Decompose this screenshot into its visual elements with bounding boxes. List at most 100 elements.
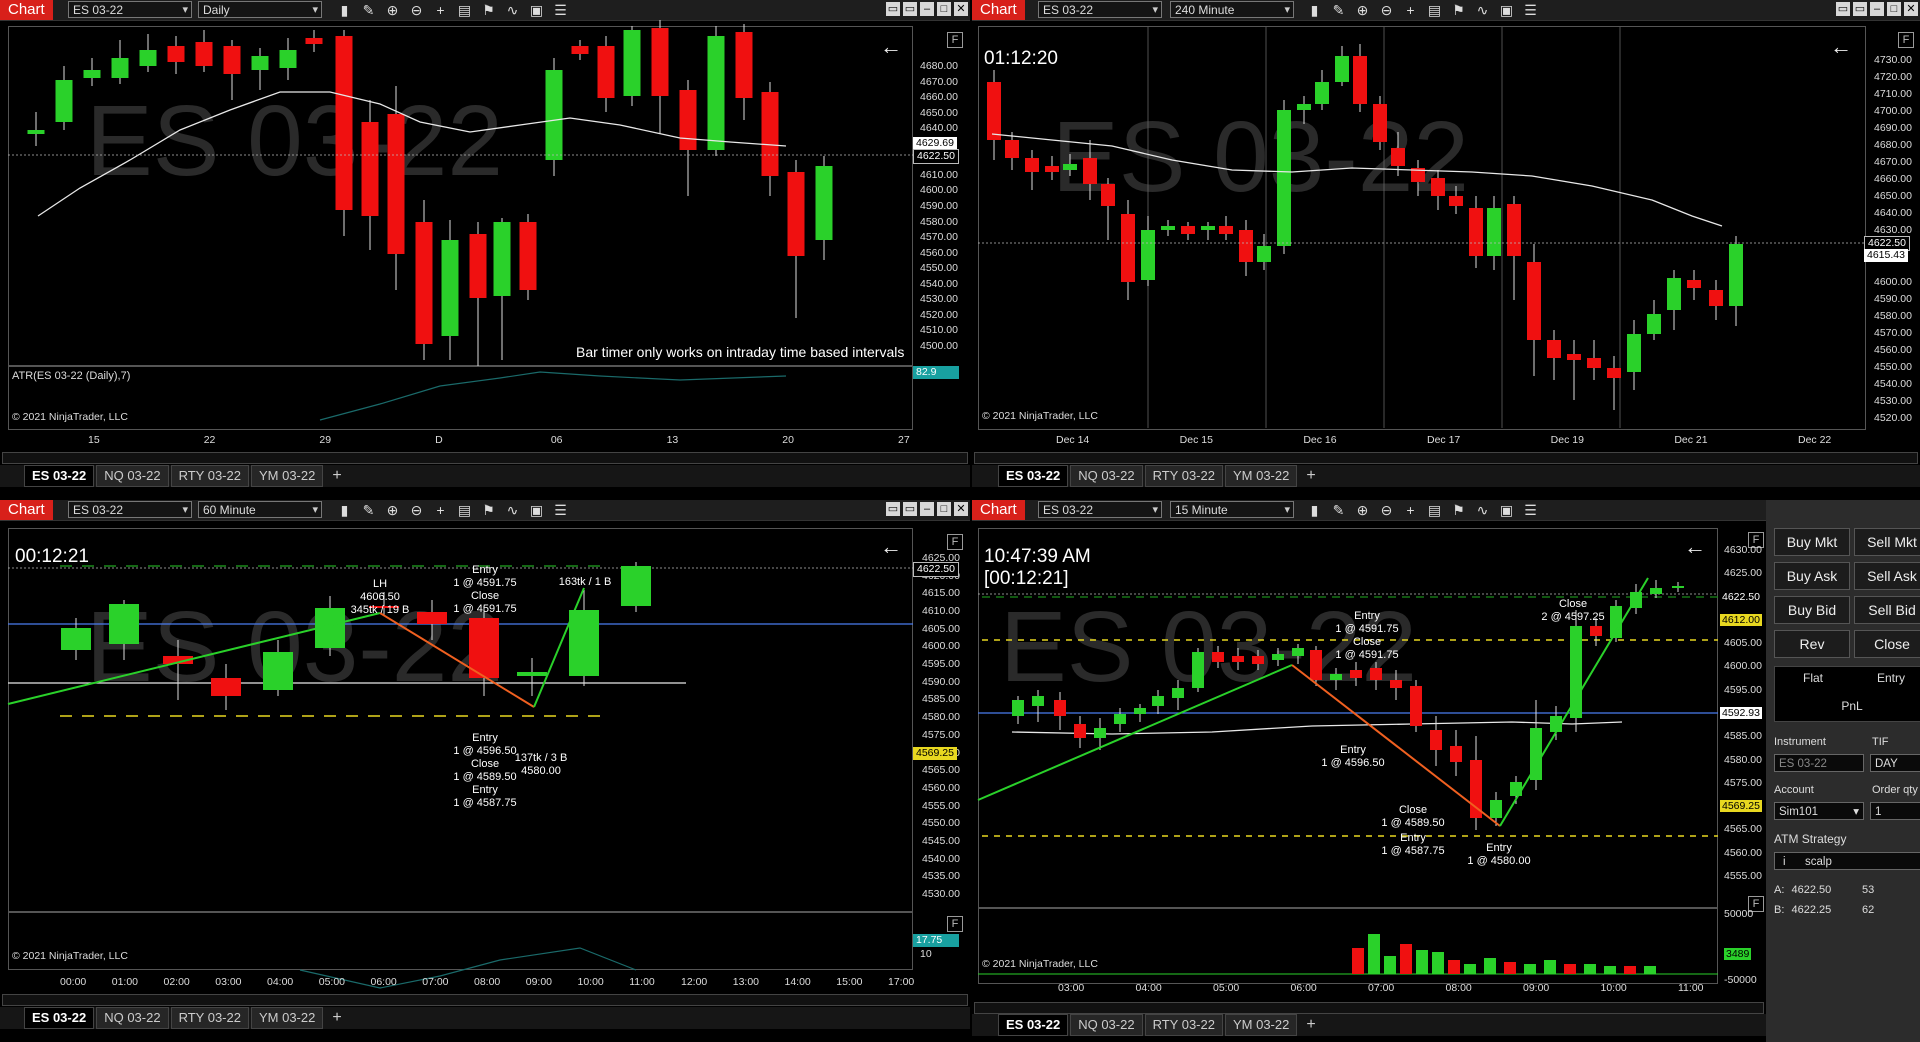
candle-down	[1212, 652, 1224, 662]
account-select[interactable]: Sim101 ▾	[1774, 802, 1864, 820]
horizontal-scrollbar[interactable]	[2, 994, 968, 1006]
price-axis-label: 4575.00	[922, 728, 960, 741]
hl-label: 137tk / 3 B 4580.00	[514, 752, 568, 777]
atr-value-tag: 17.75	[913, 934, 959, 947]
tab-rty[interactable]: RTY 03-22	[1144, 465, 1223, 487]
sell-bid-button[interactable]: Sell Bid	[1854, 596, 1920, 624]
time-axis-label: 10:00	[1600, 982, 1627, 994]
price-axis-label: 4550.00	[1874, 360, 1912, 373]
tab-rty[interactable]: RTY 03-22	[170, 465, 249, 487]
tab-ym[interactable]: YM 03-22	[250, 1007, 324, 1029]
tab-nq[interactable]: NQ 03-22	[1070, 1014, 1143, 1036]
candle-down	[1470, 760, 1482, 818]
back-arrow-icon[interactable]: ←	[1830, 34, 1852, 60]
candle-down	[335, 36, 353, 210]
time-axis[interactable]: Dec 14 Dec 15 Dec 16 Dec 17 Dec 19 Dec 21 Dec …	[978, 434, 1866, 450]
close-annotation: Close 1 @ 4589.50	[1381, 804, 1445, 829]
candle-down	[469, 234, 487, 298]
time-axis-label: 06:00	[370, 976, 397, 988]
price-axis[interactable]: 4630.00 4625.00 4622.50 4612.00 4605.00 4600.…	[1720, 500, 1766, 1000]
time-axis-label: D	[435, 434, 443, 446]
tab-es[interactable]: ES 03-22	[998, 465, 1069, 487]
candle-down	[387, 114, 405, 254]
buy-bid-button[interactable]: Buy Bid	[1774, 596, 1850, 624]
time-axis-label: Dec 16	[1303, 434, 1337, 446]
time-axis-label: 04:00	[1135, 982, 1162, 994]
instrument-tabs: ES 03-22 NQ 03-22 RTY 03-22 YM 03-22 +	[972, 465, 1920, 487]
time-axis-label: 17:00	[888, 976, 915, 988]
price-axis-label: 4600.00	[1724, 660, 1762, 673]
candle-down	[1239, 230, 1253, 262]
add-tab-button[interactable]: +	[1299, 1015, 1322, 1035]
tab-nq[interactable]: NQ 03-22	[96, 1007, 169, 1029]
candle-down	[417, 612, 447, 624]
time-axis-label: 10:00	[577, 976, 604, 988]
atm-strategy-select[interactable]: scalp i	[1774, 852, 1920, 870]
candle-down	[1547, 340, 1561, 358]
horizontal-scrollbar[interactable]	[974, 452, 1918, 464]
tab-ym[interactable]: YM 03-22	[250, 465, 324, 487]
candle-up	[139, 50, 157, 66]
time-axis-label: 07:00	[1368, 982, 1395, 994]
price-axis-label: 4540.00	[1874, 377, 1912, 390]
price-axis-label: 4565.00	[922, 764, 960, 777]
close-position-button[interactable]: Close	[1854, 630, 1920, 658]
time-axis[interactable]: 15 22 29 D 06 13 20 27	[8, 434, 913, 450]
time-axis-label: 08:00	[474, 976, 501, 988]
tif-select[interactable]: DAY	[1870, 754, 1920, 772]
horizontal-scrollbar[interactable]	[2, 452, 968, 464]
candle-down	[1590, 626, 1602, 636]
add-tab-button[interactable]: +	[1299, 466, 1322, 486]
price-axis-label: 4570.00	[1874, 326, 1912, 339]
time-axis-label: 07:00	[422, 976, 449, 988]
tab-nq[interactable]: NQ 03-22	[1070, 465, 1143, 487]
candle-up	[111, 58, 129, 78]
time-axis-label: 22	[203, 434, 216, 446]
candle-down	[1469, 208, 1483, 256]
buy-market-button[interactable]: Buy Mkt	[1774, 528, 1850, 556]
candle-down	[223, 46, 241, 74]
price-axis-label: 4570.00	[920, 231, 958, 244]
time-axis-label: Dec 21	[1674, 434, 1708, 446]
tab-rty[interactable]: RTY 03-22	[1144, 1014, 1223, 1036]
sell-market-button[interactable]: Sell Mkt	[1854, 528, 1920, 556]
tab-ym[interactable]: YM 03-22	[1224, 465, 1298, 487]
time-axis-label: Dec 15	[1179, 434, 1213, 446]
time-axis[interactable]: 03:00 04:00 05:00 06:00 07:00 08:00 09:00 10:00…	[978, 982, 1718, 998]
volume-bar	[1544, 960, 1556, 974]
tab-ym[interactable]: YM 03-22	[1224, 1014, 1298, 1036]
info-icon[interactable]: i	[1783, 853, 1786, 871]
price-axis-label: 4710.00	[1874, 88, 1912, 101]
reverse-button[interactable]: Rev	[1774, 630, 1850, 658]
tab-rty[interactable]: RTY 03-22	[170, 1007, 249, 1029]
add-tab-button[interactable]: +	[325, 466, 348, 486]
sell-ask-button[interactable]: Sell Ask	[1854, 562, 1920, 590]
price-axis-label: 4550.00	[920, 262, 958, 275]
instrument-label: Instrument	[1774, 736, 1826, 748]
back-arrow-icon[interactable]: ←	[1684, 534, 1706, 560]
chart-pane-240min: Chart ES 03-22 ▾ 240 Minute ▾ ▮ ✎ ⊕ ⊖ + ▤ ⚑ ∿ ▣ ☰ ▭…	[972, 0, 1920, 498]
order-qty-label: Order qty	[1872, 784, 1918, 796]
horizontal-scrollbar[interactable]	[974, 1002, 1764, 1014]
price-axis-label: 4565.00	[1724, 823, 1762, 836]
last-price-tag: 4622.50	[913, 562, 959, 577]
tab-es[interactable]: ES 03-22	[24, 465, 95, 487]
tab-es[interactable]: ES 03-22	[24, 1007, 95, 1029]
order-qty-field[interactable]: 1	[1870, 802, 1920, 820]
add-tab-button[interactable]: +	[325, 1008, 348, 1028]
price-axis[interactable]: 4730.00 4720.00 4710.00 4700.00 4690.00 4680.…	[1870, 0, 1920, 440]
tab-nq[interactable]: NQ 03-22	[96, 465, 169, 487]
price-axis-label: 4600.00	[1874, 275, 1912, 288]
candle-up	[1487, 208, 1501, 256]
time-axis[interactable]: 00:00 01:00 02:00 03:00 04:00 05:00 06:00 07:00…	[8, 976, 915, 992]
chart-pane-60min: Chart ES 03-22 ▾ 60 Minute ▾ ▮ ✎ ⊕ ⊖ + ▤ ⚑ ∿ ▣ ☰ ▭ ▭…	[0, 500, 970, 1042]
candle-up	[1172, 688, 1184, 698]
back-arrow-icon[interactable]: ←	[880, 34, 902, 60]
tab-es[interactable]: ES 03-22	[998, 1014, 1069, 1036]
buy-ask-button[interactable]: Buy Ask	[1774, 562, 1850, 590]
price-axis-label: 4700.00	[1874, 105, 1912, 118]
candle-down	[1252, 656, 1264, 664]
instrument-field[interactable]: ES 03-22	[1774, 754, 1864, 772]
back-arrow-icon[interactable]: ←	[880, 534, 902, 560]
price-chart-daily	[8, 20, 913, 421]
